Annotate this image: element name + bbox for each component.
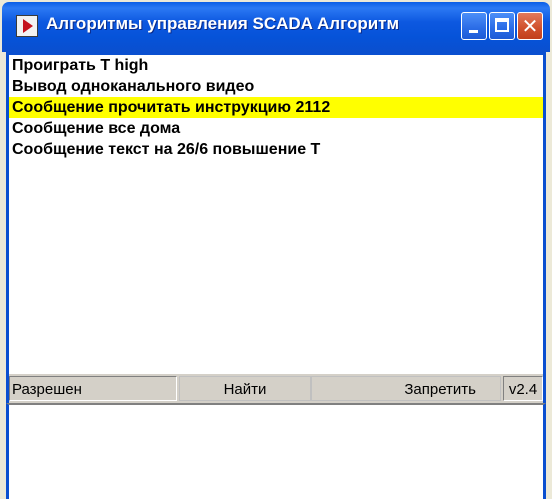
minimize-button[interactable] [461, 12, 487, 40]
list-item[interactable]: Сообщение текст на 26/6 повышение Т [9, 139, 543, 160]
output-text-area[interactable] [6, 403, 546, 499]
list-item-selected[interactable]: Сообщение прочитать инструкцию 2112 [9, 97, 543, 118]
deny-button[interactable]: Запретить [311, 376, 501, 401]
status-text: Разрешен [9, 376, 177, 401]
window-title: Алгоритмы управления SCADA Алгоритм [46, 14, 400, 33]
maximize-button[interactable] [489, 12, 515, 40]
minimize-icon [469, 30, 478, 33]
list-item[interactable]: Проиграть T high [9, 55, 543, 76]
close-button[interactable]: ✕ [517, 12, 543, 40]
list-item[interactable]: Сообщение все дома [9, 118, 543, 139]
status-bar: Разрешен Найти Запретить v2.4 [6, 374, 546, 403]
app-icon[interactable] [16, 15, 38, 37]
title-bar[interactable]: Алгоритмы управления SCADA Алгоритм ✕ [2, 2, 550, 52]
maximize-icon [495, 18, 509, 32]
version-label: v2.4 [503, 376, 543, 401]
algorithm-list[interactable]: Проиграть T high Вывод одноканального ви… [6, 52, 546, 374]
main-window: Алгоритмы управления SCADA Алгоритм ✕ Пр… [0, 0, 552, 499]
find-button[interactable]: Найти [179, 376, 311, 401]
close-icon: ✕ [521, 14, 539, 38]
list-item[interactable]: Вывод одноканального видео [9, 76, 543, 97]
